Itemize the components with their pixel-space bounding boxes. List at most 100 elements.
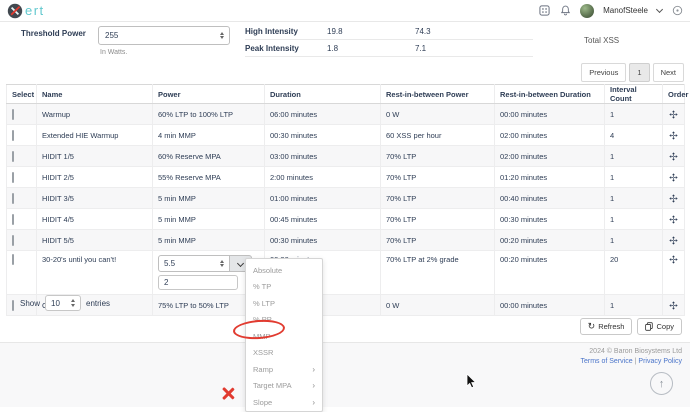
peak-intensity-row: Peak Intensity 1.8 7.1: [245, 40, 533, 57]
cell-count[interactable]: 1: [605, 295, 663, 316]
row-checkbox[interactable]: [12, 172, 14, 183]
avatar[interactable]: [580, 4, 594, 18]
cell-duration[interactable]: 00:30 minutes: [265, 230, 381, 251]
chevron-down-icon[interactable]: [656, 5, 663, 12]
cell-rest-duration[interactable]: 00:00 minutes: [495, 104, 605, 125]
submenu-arrow-icon: ›: [312, 381, 315, 390]
menu-item-pct-ltp[interactable]: % LTP: [246, 295, 322, 312]
cell-rest-duration[interactable]: 00:40 minutes: [495, 188, 605, 209]
cell-count[interactable]: 1: [605, 188, 663, 209]
cell-rest-power[interactable]: 70% LTP: [381, 209, 495, 230]
settings-icon[interactable]: [671, 5, 683, 17]
menu-item-pct-tp[interactable]: % TP: [246, 279, 322, 296]
cell-count[interactable]: 1: [605, 104, 663, 125]
cell-power[interactable]: 60% LTP to 100% LTP: [153, 104, 265, 125]
menu-item-target-mpa[interactable]: Target MPA›: [246, 378, 322, 395]
stepper-arrows-icon[interactable]: [220, 32, 224, 40]
cell-duration[interactable]: 03:00 minutes: [265, 146, 381, 167]
refresh-button[interactable]: ↻ Refresh: [580, 318, 633, 335]
menu-item-ramp[interactable]: Ramp›: [246, 361, 322, 378]
menu-item-absolute[interactable]: Absolute: [246, 262, 322, 279]
cell-duration[interactable]: 01:00 minutes: [265, 188, 381, 209]
order-move-icon[interactable]: [668, 236, 679, 245]
high-intensity-row: High Intensity 19.8 74.3: [245, 23, 533, 40]
order-move-icon[interactable]: [668, 131, 679, 140]
logo[interactable]: ert: [7, 3, 45, 19]
cell-rest-power[interactable]: 0 W: [381, 295, 495, 316]
row-checkbox[interactable]: [12, 193, 14, 204]
row-checkbox[interactable]: [12, 235, 14, 246]
row-checkbox[interactable]: [12, 300, 14, 311]
previous-page-button[interactable]: Previous: [581, 63, 626, 82]
row-checkbox[interactable]: [12, 130, 14, 141]
power-value-input[interactable]: 5.5: [158, 255, 230, 272]
cell-rest-duration[interactable]: 02:00 minutes: [495, 125, 605, 146]
cell-power[interactable]: 55% Reserve MPA: [153, 167, 265, 188]
cell-power[interactable]: 5 min MMP: [153, 188, 265, 209]
cell-duration[interactable]: 2:00 minutes: [265, 167, 381, 188]
power-secondary-input[interactable]: 2: [158, 275, 238, 290]
row-checkbox[interactable]: [12, 214, 14, 225]
cell-count[interactable]: 1: [605, 230, 663, 251]
order-move-icon[interactable]: [668, 255, 679, 264]
annotation-x-slope: [221, 387, 235, 400]
entries-label: entries: [86, 299, 110, 308]
cell-rest-power[interactable]: 70% LTP at 2% grade: [381, 251, 495, 295]
cell-count[interactable]: 20: [605, 251, 663, 295]
page-1-button[interactable]: 1: [629, 63, 649, 82]
cell-count[interactable]: 1: [605, 167, 663, 188]
cell-rest-power[interactable]: 70% LTP: [381, 188, 495, 209]
row-checkbox[interactable]: [12, 109, 14, 120]
cell-rest-duration[interactable]: 02:00 minutes: [495, 146, 605, 167]
order-move-icon[interactable]: [668, 173, 679, 182]
table-row: Extended HIE Warmup 4 min MMP 00:30 minu…: [7, 125, 685, 146]
cell-rest-duration[interactable]: 01:20 minutes: [495, 167, 605, 188]
next-page-button[interactable]: Next: [653, 63, 684, 82]
cell-rest-power[interactable]: 70% LTP: [381, 167, 495, 188]
cell-count[interactable]: 1: [605, 209, 663, 230]
cell-rest-power[interactable]: 70% LTP: [381, 146, 495, 167]
cell-power[interactable]: 60% Reserve MPA: [153, 146, 265, 167]
chevron-down-icon: [237, 259, 244, 266]
order-move-icon[interactable]: [668, 110, 679, 119]
terms-of-service-link[interactable]: Terms of Service: [580, 358, 632, 365]
cell-rest-power[interactable]: 70% LTP: [381, 230, 495, 251]
stepper-arrows-icon[interactable]: [220, 260, 224, 268]
row-checkbox[interactable]: [12, 254, 14, 265]
cell-name: HIDIT 4/5: [37, 209, 153, 230]
order-move-icon[interactable]: [668, 215, 679, 224]
mouse-cursor: [466, 374, 478, 390]
cell-power[interactable]: 5 min MMP: [153, 209, 265, 230]
logo-text: ert: [25, 3, 45, 18]
order-move-icon[interactable]: [668, 194, 679, 203]
privacy-policy-link[interactable]: Privacy Policy: [638, 358, 682, 365]
order-move-icon[interactable]: [668, 152, 679, 161]
order-move-icon[interactable]: [668, 301, 679, 310]
cell-count[interactable]: 4: [605, 125, 663, 146]
high-intensity-label: High Intensity: [245, 27, 327, 36]
cell-duration[interactable]: 06:00 minutes: [265, 104, 381, 125]
cell-rest-duration[interactable]: 00:20 minutes: [495, 251, 605, 295]
cell-duration[interactable]: 00:30 minutes: [265, 125, 381, 146]
notifications-bell-icon[interactable]: [559, 5, 571, 17]
cell-rest-duration[interactable]: 00:30 minutes: [495, 209, 605, 230]
menu-item-xssr[interactable]: XSSR: [246, 345, 322, 362]
threshold-power-label: Threshold Power: [21, 29, 86, 38]
cell-rest-duration[interactable]: 00:00 minutes: [495, 295, 605, 316]
table-row: HIDIT 2/5 55% Reserve MPA 2:00 minutes 7…: [7, 167, 685, 188]
threshold-power-input[interactable]: 255: [98, 26, 230, 45]
apps-icon[interactable]: [538, 5, 550, 17]
cell-rest-duration[interactable]: 00:20 minutes: [495, 230, 605, 251]
cell-power[interactable]: 5 min MMP: [153, 230, 265, 251]
username[interactable]: ManofSteele: [603, 6, 648, 15]
cell-power[interactable]: 4 min MMP: [153, 125, 265, 146]
menu-item-slope[interactable]: Slope›: [246, 394, 322, 411]
cell-rest-power[interactable]: 60 XSS per hour: [381, 125, 495, 146]
page-length-select[interactable]: 10: [45, 295, 81, 311]
cell-duration[interactable]: 00:45 minutes: [265, 209, 381, 230]
cell-rest-power[interactable]: 0 W: [381, 104, 495, 125]
scroll-to-top-button[interactable]: ↑: [650, 372, 673, 395]
cell-count[interactable]: 1: [605, 146, 663, 167]
row-checkbox[interactable]: [12, 151, 14, 162]
copy-button[interactable]: Copy: [637, 318, 682, 335]
